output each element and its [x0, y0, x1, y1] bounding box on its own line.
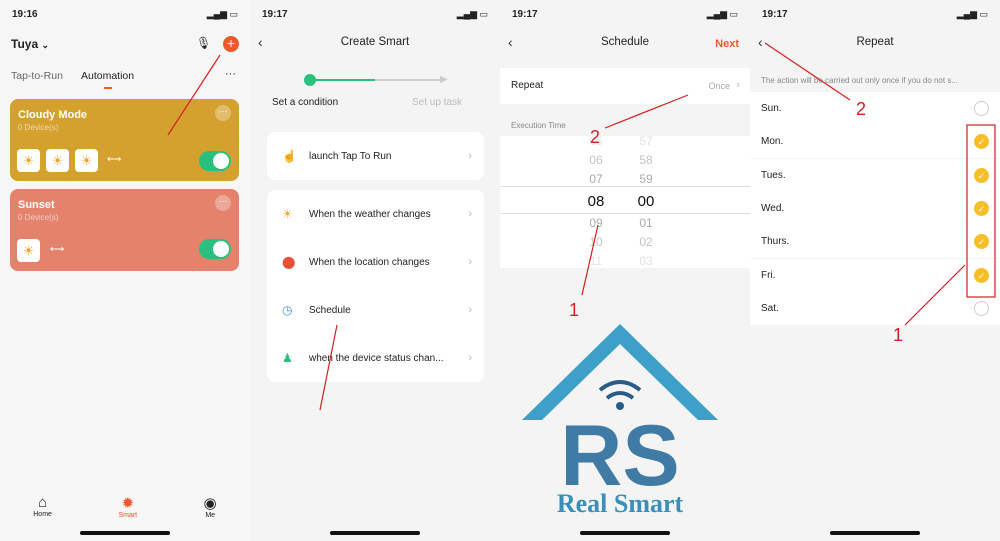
annotation-line	[764, 42, 851, 101]
annotation-box	[966, 124, 996, 298]
annotation-number: 1	[893, 325, 904, 345]
annotation-line	[581, 224, 599, 296]
real-smart-logo: RS Real Smart	[522, 324, 718, 518]
annotation-line	[904, 264, 966, 326]
annotation-number: 1	[569, 300, 580, 320]
logo-text: Real Smart	[557, 489, 684, 518]
wifi-icon	[598, 380, 642, 400]
annotation-overlay	[167, 42, 996, 411]
annotation-line	[319, 324, 338, 411]
annotation-number: 2	[590, 127, 601, 147]
annotation-line	[604, 94, 689, 129]
annotation-line	[167, 54, 221, 136]
annotation-number: 2	[856, 99, 867, 119]
